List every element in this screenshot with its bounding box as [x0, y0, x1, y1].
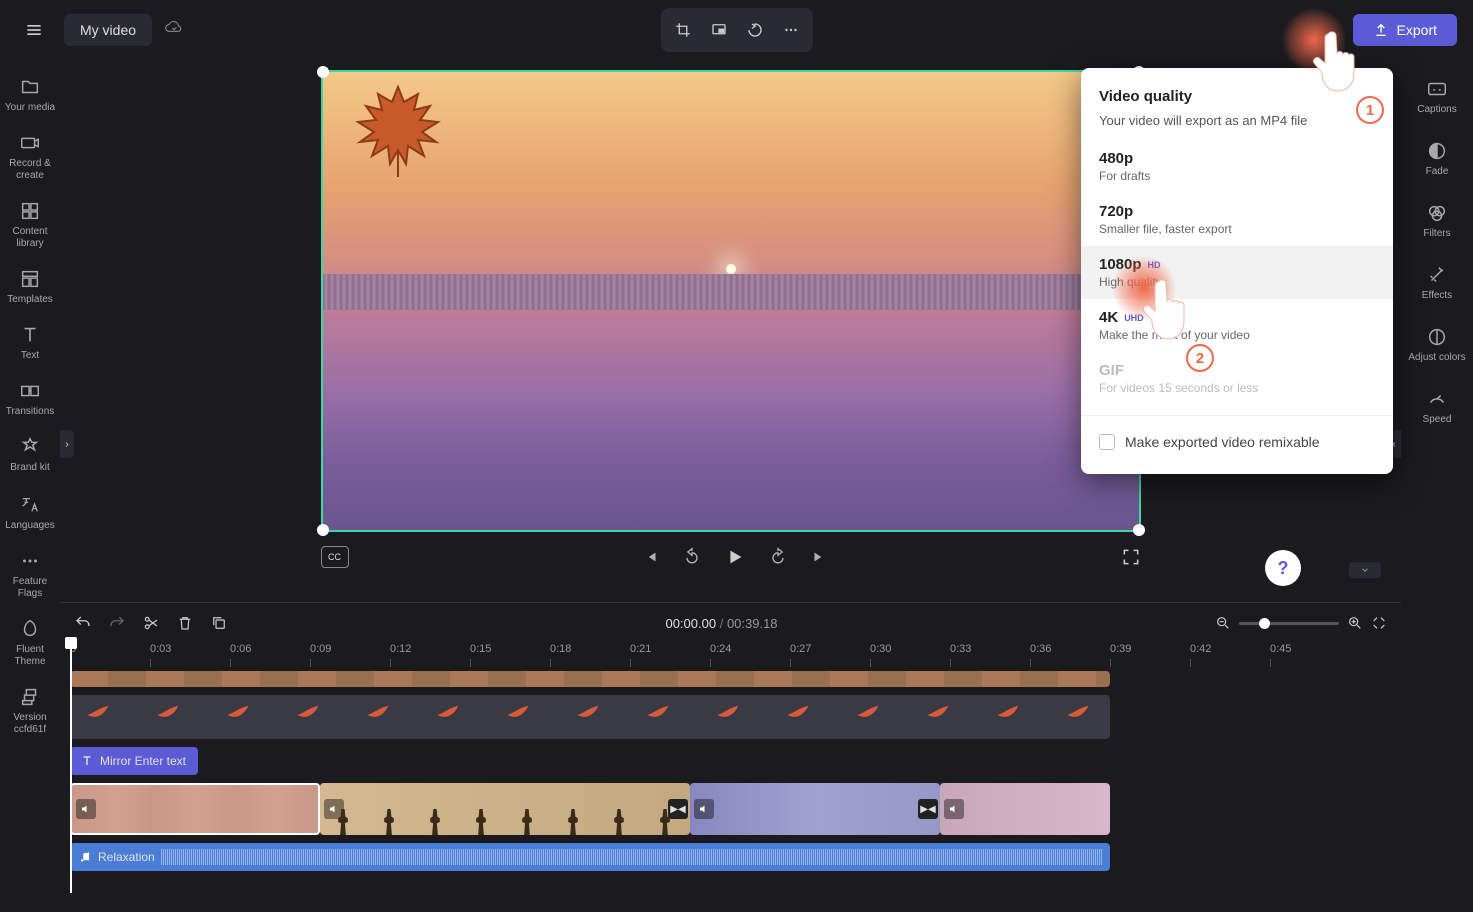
timeline-ruler[interactable]: 0 0:03 0:06 0:09 0:12 0:15 0:18 0:21 0:2…	[60, 643, 1401, 669]
play-icon[interactable]	[724, 546, 746, 568]
timeline-tracks: Mirror Enter text ▶◀ ▶◀ Relaxation	[60, 669, 1401, 912]
audio-track-clip[interactable]: Relaxation	[70, 843, 1110, 871]
left-sidebar: Your media Record & create Content libra…	[0, 60, 60, 602]
music-icon	[78, 850, 92, 864]
sidebar-item-fade[interactable]: Fade	[1401, 130, 1473, 188]
sidebar-item-version[interactable]: Version ccfd61f	[0, 678, 60, 744]
zoom-controls	[1215, 615, 1387, 631]
quality-option-720p[interactable]: 720p Smaller file, faster export	[1081, 193, 1393, 246]
sidebar-item-filters[interactable]: Filters	[1401, 192, 1473, 250]
quality-option-gif: GIF For videos 15 seconds or less	[1081, 352, 1393, 405]
zoom-slider[interactable]	[1239, 622, 1339, 625]
video-track[interactable]: ▶◀ ▶◀	[70, 783, 1110, 835]
sidebar-item-languages[interactable]: Languages	[0, 486, 60, 540]
playhead[interactable]	[70, 643, 72, 893]
fit-icon[interactable]	[1371, 615, 1387, 631]
canvas-toolbar	[661, 8, 813, 52]
player-controls: CC	[321, 546, 1141, 568]
remixable-checkbox-row[interactable]: Make exported video remixable	[1081, 426, 1393, 458]
top-bar: My video Export	[0, 0, 1473, 60]
effects-track[interactable]	[70, 695, 1110, 739]
right-sidebar: Captions Fade Filters Effects Adjust col…	[1401, 60, 1473, 602]
resize-handle-tl[interactable]	[317, 66, 329, 78]
zoom-slider-thumb[interactable]	[1259, 618, 1270, 629]
current-time: 00:00.00	[665, 616, 716, 631]
sidebar-item-your-media[interactable]: Your media	[0, 68, 60, 122]
resize-handle-bl[interactable]	[317, 524, 329, 536]
panel-collapse-icon[interactable]	[1349, 562, 1381, 578]
export-button-label: Export	[1397, 22, 1437, 38]
sidebar-item-effects[interactable]: Effects	[1401, 254, 1473, 312]
captions-badge[interactable]: CC	[321, 546, 349, 568]
forward-icon[interactable]	[768, 547, 788, 567]
popup-subtitle: Your video will export as an MP4 file	[1081, 113, 1393, 140]
waves-graphic	[323, 274, 1139, 311]
video-clip-3[interactable]: ▶◀	[690, 783, 940, 835]
more-icon[interactable]	[775, 14, 807, 46]
zoom-out-icon[interactable]	[1215, 615, 1231, 631]
crop-icon[interactable]	[667, 14, 699, 46]
transition-icon[interactable]: ▶◀	[918, 799, 938, 819]
speaker-icon[interactable]	[76, 799, 96, 819]
sidebar-item-templates[interactable]: Templates	[0, 260, 60, 314]
duplicate-icon[interactable]	[210, 614, 228, 632]
undo-icon[interactable]	[74, 614, 92, 632]
project-title[interactable]: My video	[64, 14, 152, 46]
leaf-icon	[84, 701, 112, 729]
speaker-icon[interactable]	[694, 799, 714, 819]
video-clip-1[interactable]	[70, 783, 320, 835]
rewind-icon[interactable]	[682, 547, 702, 567]
sidebar-item-captions[interactable]: Captions	[1401, 68, 1473, 126]
rotate-icon[interactable]	[739, 14, 771, 46]
remixable-checkbox[interactable]	[1099, 434, 1115, 450]
delete-icon[interactable]	[176, 614, 194, 632]
text-track-clip[interactable]: Mirror Enter text	[70, 747, 198, 775]
split-icon[interactable]	[142, 614, 160, 632]
export-button[interactable]: Export	[1353, 14, 1457, 46]
overlay-track[interactable]	[70, 671, 1110, 687]
total-time: 00:39.18	[727, 616, 778, 631]
text-clip-label: Mirror Enter text	[100, 754, 186, 768]
sidebar-item-brand-kit[interactable]: Brand kit	[0, 428, 60, 482]
sidebar-item-feature-flags[interactable]: Feature Flags	[0, 542, 60, 608]
audio-clip-label: Relaxation	[98, 850, 155, 864]
sidebar-item-text[interactable]: Text	[0, 316, 60, 370]
sidebar-item-adjust-colors[interactable]: Adjust colors	[1401, 316, 1473, 374]
remixable-label: Make exported video remixable	[1125, 434, 1320, 450]
sidebar-item-content-library[interactable]: Content library	[0, 192, 60, 258]
sidebar-item-fluent-theme[interactable]: Fluent Theme	[0, 610, 60, 676]
cloud-sync-icon[interactable]	[164, 18, 188, 42]
timecode-display: 00:00.00 / 00:39.18	[665, 616, 777, 631]
leaf-overlay	[348, 82, 448, 182]
timeline-area: 00:00.00 / 00:39.18 0 0:03 0:06 0:09 0:1…	[60, 602, 1401, 912]
speaker-icon[interactable]	[944, 799, 964, 819]
timeline-toolbar: 00:00.00 / 00:39.18	[60, 603, 1401, 643]
skip-start-icon[interactable]	[642, 548, 660, 566]
help-button[interactable]: ?	[1265, 550, 1301, 586]
menu-icon[interactable]	[16, 12, 52, 48]
sidebar-item-transitions[interactable]: Transitions	[0, 372, 60, 426]
video-preview[interactable]	[321, 70, 1141, 532]
skip-end-icon[interactable]	[810, 548, 828, 566]
transition-icon[interactable]: ▶◀	[668, 799, 688, 819]
waveform	[161, 849, 1102, 865]
sidebar-item-speed[interactable]: Speed	[1401, 378, 1473, 436]
video-clip-4[interactable]	[940, 783, 1110, 835]
text-icon	[80, 754, 94, 768]
zoom-in-icon[interactable]	[1347, 615, 1363, 631]
video-clip-2[interactable]: ▶◀	[320, 783, 690, 835]
fullscreen-icon[interactable]	[1121, 547, 1141, 567]
redo-icon[interactable]	[108, 614, 126, 632]
resize-handle-br[interactable]	[1133, 524, 1145, 536]
pip-icon[interactable]	[703, 14, 735, 46]
quality-option-480p[interactable]: 480p For drafts	[1081, 140, 1393, 193]
sidebar-item-record-create[interactable]: Record & create	[0, 124, 60, 190]
